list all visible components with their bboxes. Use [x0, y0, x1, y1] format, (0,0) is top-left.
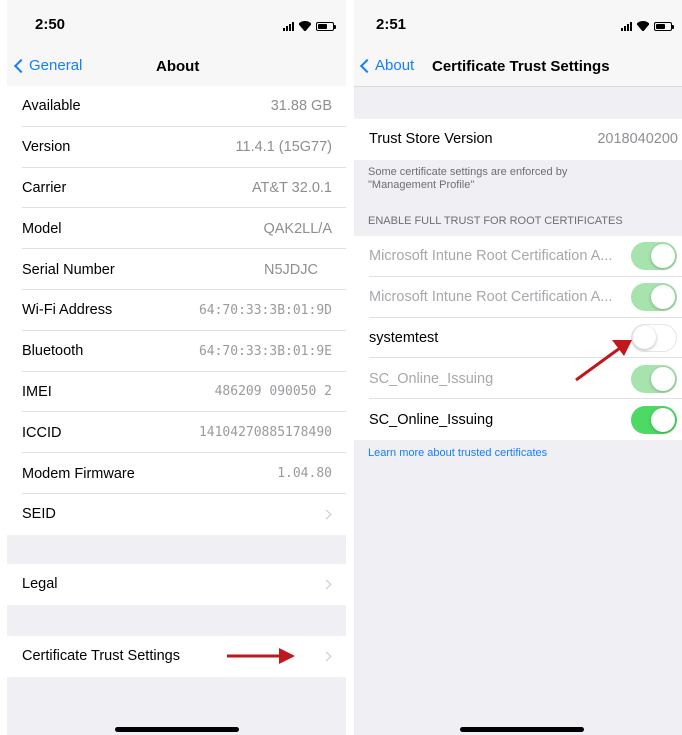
cert-label: Microsoft Intune Root Certification A...: [369, 289, 613, 306]
cert-row: Microsoft Intune Root Certification A...: [354, 236, 682, 277]
cert-row: Microsoft Intune Root Certification A...: [354, 277, 682, 318]
cert-trust-toggle: [631, 242, 677, 271]
row-value: 31.88 GB: [270, 98, 332, 115]
annotation-arrow-to-toggle: [575, 340, 632, 382]
row-legal[interactable]: Legal: [7, 564, 346, 605]
back-button-general[interactable]: General: [13, 57, 83, 74]
page-title: About: [156, 58, 200, 75]
row-trust-store-version: Trust Store Version 2018040200: [354, 119, 682, 160]
chevron-right-icon: [321, 579, 332, 590]
cert-trust-toggle: [631, 283, 677, 312]
note-line: "Management Profile": [368, 179, 475, 191]
status-icons: [621, 19, 674, 31]
row-label: Trust Store Version: [369, 131, 493, 148]
home-indicator[interactable]: [460, 727, 584, 732]
row-model[interactable]: Model QAK2LL/A: [7, 208, 346, 249]
chevron-right-icon: [321, 651, 332, 662]
about-info-list: Available 31.88 GB Version 11.4.1 (15G77…: [7, 86, 346, 535]
row-available: Available 31.88 GB: [7, 86, 346, 127]
trust-store-group: Trust Store Version 2018040200: [354, 119, 682, 160]
row-value: 1.04.80: [277, 466, 332, 482]
back-button-about[interactable]: About: [359, 57, 415, 74]
about-screen: 2:50 General About Available 31.88 GB Ve…: [7, 0, 346, 735]
row-label: ICCID: [22, 424, 62, 441]
row-label: Model: [22, 220, 62, 237]
status-bar: 2:51: [354, 0, 682, 48]
status-time: 2:50: [35, 16, 66, 33]
row-label: Available: [22, 98, 81, 115]
cert-label: Microsoft Intune Root Certification A...: [369, 248, 613, 265]
legal-group: Legal: [7, 564, 346, 605]
row-wifi-address: Wi-Fi Address 64:70:33:3B:01:9D: [7, 290, 346, 331]
nav-bar: About Certificate Trust Settings: [354, 48, 682, 87]
row-carrier: Carrier AT&T 32.0.1: [7, 168, 346, 209]
wifi-icon: [299, 21, 311, 31]
row-label: Serial Number: [22, 261, 115, 278]
row-label: Bluetooth: [22, 343, 84, 360]
nav-bar: General About: [7, 48, 346, 87]
annotation-arrow-right: [227, 648, 295, 664]
cert-trust-toggle[interactable]: [631, 323, 677, 352]
row-version: Version 11.4.1 (15G77): [7, 127, 346, 168]
row-label: IMEI: [22, 383, 52, 400]
cert-label: systemtest: [369, 329, 439, 346]
cert-label: SC_Online_Issuing: [369, 411, 494, 428]
row-value: 64:70:33:3B:01:9D: [198, 302, 332, 318]
back-label: General: [29, 57, 83, 74]
row-imei: IMEI 486209 090050 2: [7, 372, 346, 413]
row-seid[interactable]: SEID: [7, 494, 346, 535]
battery-icon: [316, 22, 336, 31]
row-value: N5JDJC: [264, 261, 318, 278]
row-value: 11.4.1 (15G77): [235, 139, 332, 156]
page-title: Certificate Trust Settings: [432, 58, 610, 75]
status-time: 2:51: [376, 16, 407, 33]
wifi-icon: [637, 21, 649, 31]
signal-icon: [621, 21, 632, 31]
row-value: 486209 090050 2: [214, 384, 332, 400]
row-label: SEID: [22, 506, 56, 523]
row-serial-number: Serial Number N5JDJC: [7, 249, 346, 290]
note-line: Some certificate settings are enforced b…: [368, 166, 568, 178]
row-value: AT&T 32.0.1: [251, 179, 332, 196]
row-label: Wi-Fi Address: [22, 302, 113, 319]
row-value: 2018040200: [597, 131, 678, 148]
status-bar: 2:50: [7, 0, 346, 48]
certificate-trust-screen: 2:51 About Certificate Trust Settings Tr…: [354, 0, 682, 735]
row-value: 64:70:33:3B:01:9E: [198, 343, 332, 359]
status-icons: [283, 19, 336, 31]
cert-trust-toggle[interactable]: [631, 405, 677, 434]
row-modem-firmware: Modem Firmware 1.04.80: [7, 453, 346, 494]
cert-row: SC_Online_Issuing: [354, 399, 682, 440]
row-label: Legal: [22, 576, 58, 593]
back-label: About: [375, 57, 415, 74]
cert-label: SC_Online_Issuing: [369, 370, 494, 387]
cert-trust-toggle: [631, 364, 677, 393]
row-value: QAK2LL/A: [263, 220, 332, 237]
row-label: Modem Firmware: [22, 465, 135, 482]
row-bluetooth: Bluetooth 64:70:33:3B:01:9E: [7, 331, 346, 372]
row-label: Version: [22, 139, 71, 156]
signal-icon: [283, 21, 294, 31]
battery-icon: [654, 22, 674, 31]
chevron-left-icon: [359, 58, 375, 73]
learn-more-link[interactable]: Learn more about trusted certificates: [368, 447, 547, 459]
chevron-right-icon: [321, 509, 332, 520]
row-value: 14104270885178490: [198, 425, 332, 441]
management-note: Some certificate settings are enforced b…: [368, 166, 567, 192]
row-iccid: ICCID 14104270885178490: [7, 412, 346, 453]
row-label: Certificate Trust Settings: [22, 648, 180, 665]
home-indicator[interactable]: [115, 727, 239, 732]
section-header: ENABLE FULL TRUST FOR ROOT CERTIFICATES: [368, 215, 623, 227]
chevron-left-icon: [13, 58, 29, 73]
row-label: Carrier: [22, 179, 67, 196]
